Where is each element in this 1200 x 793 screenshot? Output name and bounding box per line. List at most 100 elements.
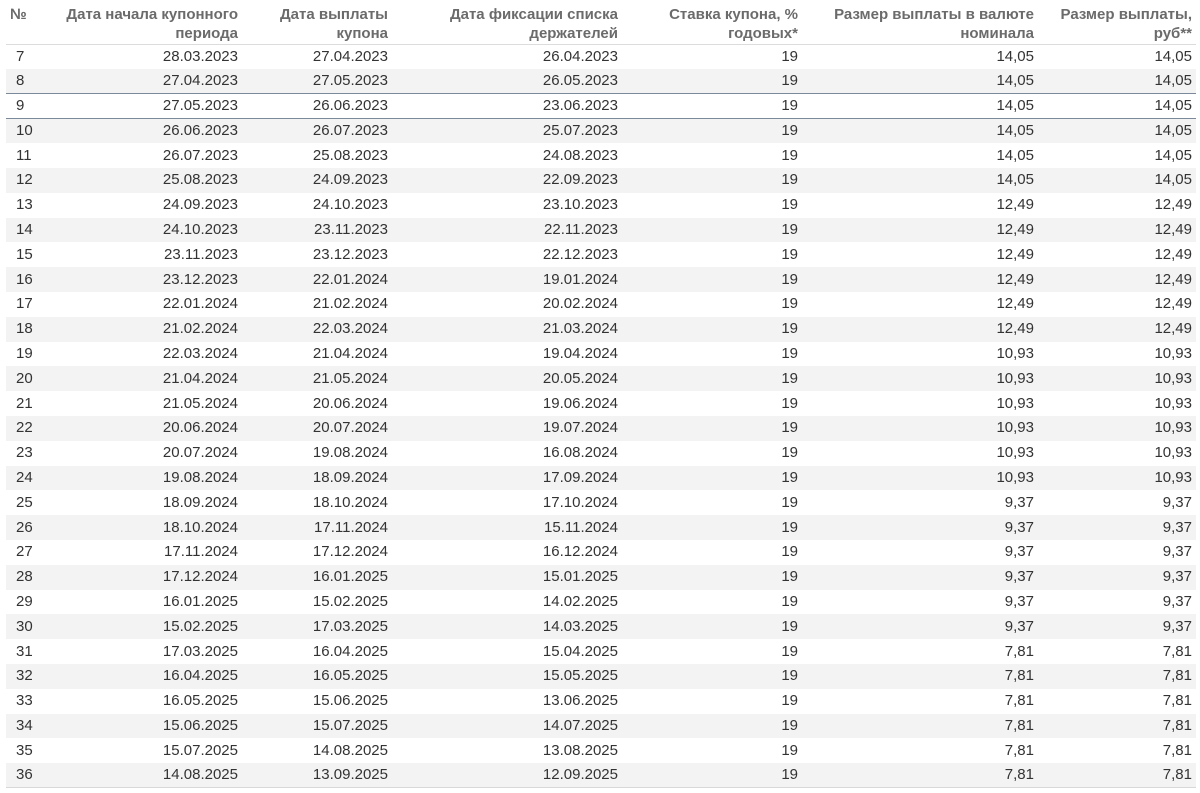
header-payment-nominal[interactable]: Размер выплаты в валюте номинала — [802, 0, 1038, 45]
cell-payment-nominal: 12,49 — [802, 316, 1038, 342]
cell-number: 29 — [16, 592, 33, 610]
cell-coupon-rate: 19 — [622, 366, 802, 392]
table-row[interactable]: 13 24.09.2023 24.10.2023 23.10.2023 19 12,49 1… — [6, 193, 1196, 218]
table-row[interactable]: 19 22.03.2024 21.04.2024 19.04.2024 19 10,93 1… — [6, 342, 1196, 367]
table-row[interactable]: 28 17.12.2024 16.01.2025 15.01.2025 19 9,37 9,… — [6, 564, 1196, 590]
cell-payment-nominal: 7,81 — [802, 713, 1038, 739]
cell-period-start: 23.12.2023 — [44, 267, 242, 292]
header-coupon-rate[interactable]: Ставка купона, % годовых* — [622, 0, 802, 45]
table-row[interactable]: 11 26.07.2023 25.08.2023 24.08.2023 19 14,05 1… — [6, 143, 1196, 168]
table-row[interactable]: 20 21.04.2024 21.05.2024 20.05.2024 19 10,93 1… — [6, 366, 1196, 392]
cell-payment-nominal: 9,37 — [1004, 543, 1034, 561]
cell-payment-rub: 12,49 — [1154, 245, 1192, 263]
cell-record-date: 15.05.2025 — [392, 663, 622, 689]
table-row[interactable]: 8 27.04.2023 27.05.2023 26.05.2023 19 14,05 14… — [6, 68, 1196, 94]
cell-coupon-rate: 19 — [622, 68, 802, 94]
cell-coupon-rate: 19 — [781, 592, 798, 610]
cell-payment-nominal: 10,93 — [802, 415, 1038, 441]
cell-number: 15 — [16, 245, 33, 263]
cell-period-start: 18.09.2024 — [162, 493, 238, 511]
cell-payment-rub: 9,37 — [1038, 564, 1196, 590]
cell-number: 11 — [16, 146, 32, 164]
cell-record-date: 25.07.2023 — [392, 118, 622, 144]
cell-payment-rub: 7,81 — [1038, 713, 1196, 739]
table-row[interactable]: 27 17.11.2024 17.12.2024 16.12.2024 19 9,37 9,… — [6, 540, 1196, 565]
cell-period-start: 26.06.2023 — [44, 118, 242, 144]
cell-payment-rub: 12,49 — [1154, 196, 1192, 214]
header-payment-rub[interactable]: Размер выплаты, руб** — [1038, 0, 1196, 45]
table-row[interactable]: 32 16.04.2025 16.05.2025 15.05.2025 19 7,81 7,… — [6, 663, 1196, 689]
table-row[interactable]: 14 24.10.2023 23.11.2023 22.11.2023 19 12,49 1… — [6, 217, 1196, 243]
table-row[interactable]: 25 18.09.2024 18.10.2024 17.10.2024 19 9,37 9,… — [6, 490, 1196, 515]
cell-number: 7 — [16, 47, 25, 65]
cell-record-date: 14.03.2025 — [392, 614, 622, 640]
cell-payment-date: 19.08.2024 — [312, 444, 388, 462]
cell-record-date: 19.01.2024 — [392, 267, 622, 292]
header-number[interactable]: № — [6, 0, 44, 45]
cell-payment-rub: 9,37 — [1038, 515, 1196, 540]
table-row[interactable]: 15 23.11.2023 23.12.2023 22.12.2023 19 12,49 1… — [6, 242, 1196, 267]
header-payment-date[interactable]: Дата выплаты купона — [242, 0, 392, 45]
cell-coupon-rate: 19 — [781, 642, 798, 660]
cell-payment-rub: 7,81 — [1162, 741, 1192, 759]
table-row[interactable]: 21 21.05.2024 20.06.2024 19.06.2024 19 10,93 1… — [6, 391, 1196, 416]
cell-payment-rub: 10,93 — [1038, 465, 1196, 491]
cell-record-date: 17.09.2024 — [392, 465, 622, 491]
table-row[interactable]: 10 26.06.2023 26.07.2023 25.07.2023 19 14,05 1… — [6, 118, 1196, 144]
cell-period-start: 27.05.2023 — [44, 93, 242, 119]
cell-payment-nominal: 14,05 — [802, 167, 1038, 193]
cell-payment-rub: 7,81 — [1162, 692, 1192, 710]
table-row[interactable]: 26 18.10.2024 17.11.2024 15.11.2024 19 9,37 9,… — [6, 515, 1196, 540]
cell-coupon-rate: 19 — [781, 493, 798, 511]
table-row[interactable]: 34 15.06.2025 15.07.2025 14.07.2025 19 7,81 7,… — [6, 713, 1196, 739]
table-row[interactable]: 16 23.12.2023 22.01.2024 19.01.2024 19 12,49 1… — [6, 267, 1196, 292]
table-row[interactable]: 18 21.02.2024 22.03.2024 21.03.2024 19 12,49 1… — [6, 316, 1196, 342]
cell-period-start: 17.03.2025 — [162, 642, 238, 660]
table-row[interactable]: 30 15.02.2025 17.03.2025 14.03.2025 19 9,37 9,… — [6, 614, 1196, 640]
table-row[interactable]: 23 20.07.2024 19.08.2024 16.08.2024 19 10,93 1… — [6, 441, 1196, 466]
cell-number: 20 — [6, 366, 44, 392]
cell-payment-nominal: 9,37 — [802, 614, 1038, 640]
cell-record-date: 23.10.2023 — [542, 196, 618, 214]
cell-payment-nominal: 10,93 — [802, 465, 1038, 491]
cell-number: 17 — [16, 295, 33, 313]
cell-payment-nominal: 10,93 — [996, 394, 1034, 412]
table-row[interactable]: 17 22.01.2024 21.02.2024 20.02.2024 19 12,49 1… — [6, 292, 1196, 317]
cell-payment-date: 16.04.2025 — [312, 642, 388, 660]
cell-period-start: 27.04.2023 — [44, 68, 242, 94]
table-row[interactable]: 9 27.05.2023 26.06.2023 23.06.2023 19 14,05 14… — [6, 93, 1196, 119]
cell-payment-date: 24.10.2023 — [312, 196, 388, 214]
cell-payment-nominal: 7,81 — [1004, 692, 1034, 710]
cell-payment-rub: 12,49 — [1038, 217, 1196, 243]
table-row[interactable]: 36 14.08.2025 13.09.2025 12.09.2025 19 7,81 7,… — [6, 763, 1196, 789]
table-row[interactable]: 24 19.08.2024 18.09.2024 17.09.2024 19 10,93 1… — [6, 465, 1196, 491]
table-row[interactable]: 29 16.01.2025 15.02.2025 14.02.2025 19 9,37 9,… — [6, 590, 1196, 615]
table-row[interactable]: 31 17.03.2025 16.04.2025 15.04.2025 19 7,81 7,… — [6, 639, 1196, 664]
cell-payment-nominal: 10,93 — [996, 344, 1034, 362]
cell-number: 12 — [6, 167, 44, 193]
table-row[interactable]: 12 25.08.2023 24.09.2023 22.09.2023 19 14,05 1… — [6, 167, 1196, 193]
cell-payment-nominal: 7,81 — [802, 663, 1038, 689]
table-row[interactable]: 7 28.03.2023 27.04.2023 26.04.2023 19 14,05 14… — [6, 44, 1196, 69]
cell-number: 21 — [16, 394, 33, 412]
cell-payment-date: 26.06.2023 — [242, 93, 392, 119]
cell-record-date: 19.04.2024 — [542, 344, 618, 362]
cell-payment-nominal: 14,05 — [996, 146, 1034, 164]
cell-period-start: 20.07.2024 — [162, 444, 238, 462]
cell-coupon-rate: 19 — [622, 713, 802, 739]
table-row[interactable]: 35 15.07.2025 14.08.2025 13.08.2025 19 7,81 7,… — [6, 738, 1196, 763]
cell-payment-nominal: 9,37 — [802, 564, 1038, 590]
cell-number: 16 — [6, 267, 44, 292]
table-row[interactable]: 33 16.05.2025 15.06.2025 13.06.2025 19 7,81 7,… — [6, 689, 1196, 714]
cell-coupon-rate: 19 — [622, 118, 802, 144]
table-row[interactable]: 22 20.06.2024 20.07.2024 19.07.2024 19 10,93 1… — [6, 415, 1196, 441]
header-record-date[interactable]: Дата фиксации списка держателей — [392, 0, 622, 45]
cell-number: 35 — [16, 741, 33, 759]
cell-record-date: 14.02.2025 — [542, 592, 618, 610]
cell-payment-rub: 9,37 — [1038, 614, 1196, 640]
header-period-start[interactable]: Дата начала купонного периода — [44, 0, 242, 45]
cell-number: 34 — [6, 713, 44, 739]
cell-record-date: 26.04.2023 — [542, 47, 618, 65]
cell-payment-date: 18.09.2024 — [242, 465, 392, 491]
cell-payment-date: 23.12.2023 — [312, 245, 388, 263]
